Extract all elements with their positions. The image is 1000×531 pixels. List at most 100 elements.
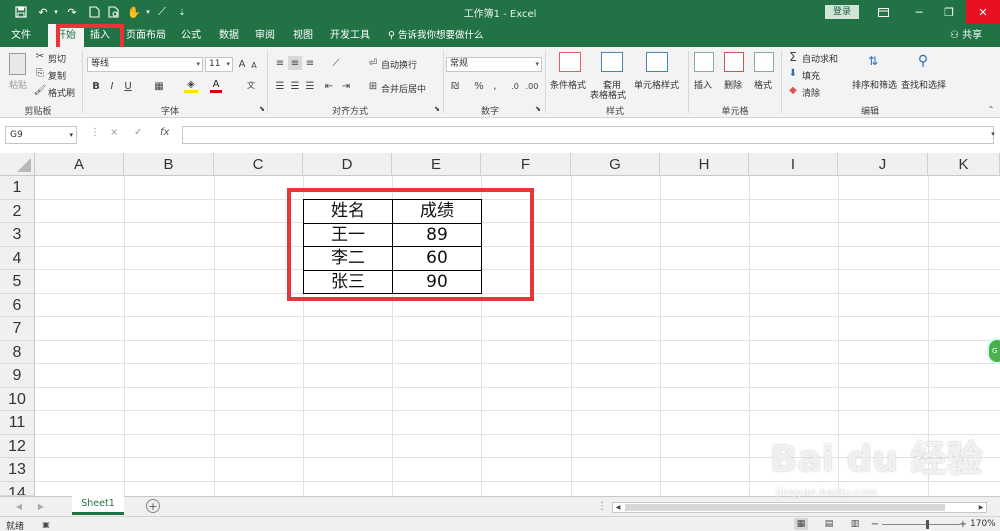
bold-button[interactable]: B (90, 80, 102, 92)
align-middle-icon[interactable]: ≡ (288, 56, 302, 70)
insert-function-icon[interactable]: fx (160, 127, 169, 138)
align-bottom-icon[interactable]: ≡ (303, 56, 317, 70)
name-box[interactable]: G9 ▾ (5, 126, 77, 144)
row-header-5[interactable]: 5 (0, 270, 35, 294)
select-all-corner[interactable] (0, 153, 35, 176)
sort-filter-button[interactable]: 排序和筛选 (852, 78, 897, 91)
tab-page-layout[interactable]: 页面布局 (122, 24, 170, 47)
column-header-j[interactable]: J (838, 153, 928, 176)
dialog-launcher-icon[interactable]: ⬊ (258, 105, 266, 113)
copy-button[interactable]: 复制 (48, 69, 66, 82)
tab-split-handle[interactable]: ⋮ (597, 500, 607, 512)
column-header-c[interactable]: C (214, 153, 303, 176)
font-size-combo[interactable]: 11 ▾ (205, 57, 233, 72)
collapse-ribbon-icon[interactable]: ⌃ (986, 105, 996, 114)
format-as-table-label-2[interactable]: 表格格式 (590, 88, 626, 101)
page-layout-view-icon[interactable]: ▤ (822, 518, 836, 530)
column-header-g[interactable]: G (571, 153, 660, 176)
row-header-1[interactable]: 1 (0, 176, 35, 200)
login-button[interactable]: 登录 (825, 5, 859, 19)
enter-icon[interactable]: ✓ (134, 127, 142, 138)
page-break-view-icon[interactable]: ▥ (848, 518, 862, 530)
tab-data[interactable]: 数据 (214, 24, 244, 47)
phonetic-icon[interactable]: 文 (244, 79, 258, 91)
restore-icon[interactable]: ❐ (934, 0, 964, 24)
dialog-launcher-icon[interactable]: ⬊ (433, 105, 441, 113)
row-header-13[interactable]: 13 (0, 458, 35, 482)
percent-button[interactable]: % (473, 79, 485, 93)
italic-button[interactable]: I (106, 80, 118, 92)
row-header-2[interactable]: 2 (0, 200, 35, 223)
decrease-decimal-icon[interactable]: .00 (524, 79, 540, 93)
clear-button[interactable]: 清除 (802, 86, 820, 99)
zoom-slider-thumb[interactable] (926, 520, 929, 529)
column-header-a[interactable]: A (35, 153, 124, 176)
next-sheet-icon[interactable]: ▶ (36, 500, 46, 512)
tab-view[interactable]: 视图 (288, 24, 318, 47)
row-header-8[interactable]: 8 (0, 341, 35, 364)
font-name-combo[interactable]: 等线 ▾ (87, 57, 203, 72)
align-center-icon[interactable]: ☰ (288, 80, 302, 92)
increase-indent-icon[interactable]: ⇥ (339, 80, 353, 92)
tell-me-search[interactable]: ⚲ 告诉我你想要做什么 (388, 24, 484, 47)
orientation-icon[interactable]: ⟋ (327, 56, 345, 70)
assistant-bubble-icon[interactable]: G (987, 338, 1000, 364)
conditional-format-button[interactable]: 条件格式 (550, 78, 586, 91)
zoom-out-icon[interactable]: − (870, 518, 880, 530)
scroll-thumb[interactable] (625, 504, 945, 511)
wrap-text-button[interactable]: 自动换行 (381, 58, 417, 71)
cell-styles-button[interactable]: 单元格样式 (634, 78, 679, 91)
find-select-button[interactable]: 查找和选择 (901, 78, 946, 91)
dialog-launcher-icon[interactable]: ⬊ (534, 105, 542, 113)
sheet-tab-sheet1[interactable]: Sheet1 (72, 496, 124, 515)
macro-record-icon[interactable]: ▣ (40, 519, 52, 529)
column-header-f[interactable]: F (481, 153, 571, 176)
merge-center-button[interactable]: 合并后居中 (381, 82, 426, 95)
share-button[interactable]: ⚇ 共享 (950, 24, 982, 47)
tab-review[interactable]: 审阅 (250, 24, 280, 47)
underline-button[interactable]: U (122, 80, 134, 92)
column-header-d[interactable]: D (303, 153, 392, 176)
column-header-k[interactable]: K (928, 153, 1000, 176)
add-sheet-button[interactable]: + (146, 499, 160, 513)
zoom-in-icon[interactable]: + (958, 518, 968, 530)
column-header-i[interactable]: I (749, 153, 838, 176)
decrease-indent-icon[interactable]: ⇤ (322, 80, 336, 92)
row-header-14[interactable]: 14 (0, 482, 35, 496)
shrink-font-icon[interactable]: A (249, 59, 259, 71)
normal-view-icon[interactable]: ▦ (794, 518, 808, 530)
cut-button[interactable]: 剪切 (48, 52, 66, 65)
row-header-6[interactable]: 6 (0, 294, 35, 317)
tab-developer[interactable]: 开发工具 (326, 24, 374, 47)
comma-button[interactable]: , (489, 79, 501, 93)
horizontal-scrollbar[interactable]: ◀ ▶ (612, 502, 987, 513)
row-header-12[interactable]: 12 (0, 435, 35, 458)
grow-font-icon[interactable]: A (237, 57, 247, 71)
row-header-4[interactable]: 4 (0, 247, 35, 270)
zoom-level[interactable]: 170% (970, 519, 996, 529)
expand-formula-icon[interactable]: ▾ (988, 128, 998, 140)
formula-input[interactable] (182, 126, 994, 144)
increase-decimal-icon[interactable]: .0 (507, 79, 523, 93)
row-header-10[interactable]: 10 (0, 388, 35, 411)
row-header-9[interactable]: 9 (0, 364, 35, 388)
zoom-slider[interactable] (882, 524, 960, 525)
format-cells-button[interactable]: 格式 (754, 78, 772, 91)
autosum-button[interactable]: 自动求和 (802, 52, 838, 65)
column-header-b[interactable]: B (124, 153, 214, 176)
column-header-h[interactable]: H (660, 153, 749, 176)
insert-cells-button[interactable]: 插入 (694, 78, 712, 91)
number-format-combo[interactable]: 常规 ▾ (446, 57, 542, 72)
prev-sheet-icon[interactable]: ◀ (14, 500, 24, 512)
align-right-icon[interactable]: ☰ (303, 80, 317, 92)
align-left-icon[interactable]: ☰ (273, 80, 287, 92)
row-header-7[interactable]: 7 (0, 317, 35, 341)
fill-color-icon[interactable]: ◈ (184, 79, 198, 93)
border-icon[interactable]: ▦ (152, 80, 166, 92)
scroll-right-icon[interactable]: ▶ (976, 503, 986, 512)
row-header-3[interactable]: 3 (0, 223, 35, 247)
close-icon[interactable]: ✕ (966, 0, 1000, 24)
tab-formulas[interactable]: 公式 (176, 24, 206, 47)
paste-button[interactable]: 粘贴 (9, 78, 27, 91)
fill-button[interactable]: 填充 (802, 69, 820, 82)
